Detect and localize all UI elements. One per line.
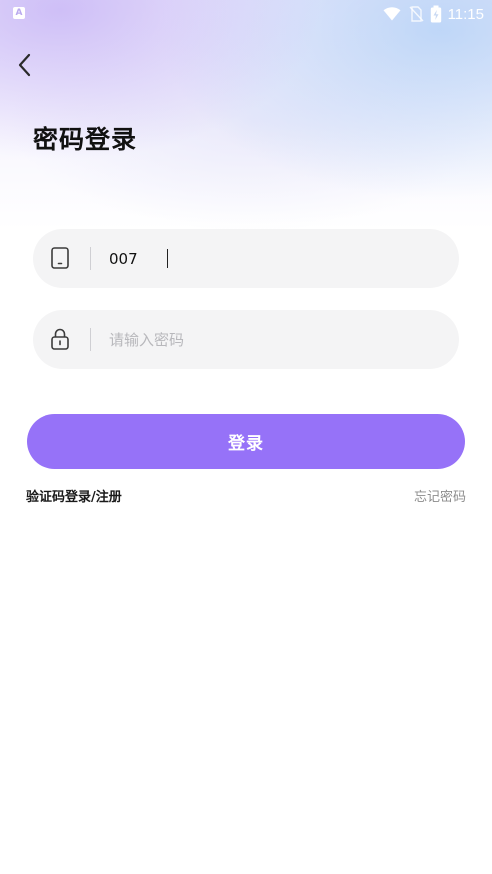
header-gradient-background [0, 0, 492, 230]
page-title: 密码登录 [33, 125, 138, 154]
app-notification-icon: A [13, 7, 25, 19]
field-divider [90, 247, 91, 270]
phone-icon [51, 247, 69, 269]
phone-field[interactable] [33, 229, 459, 288]
phone-input[interactable] [109, 229, 439, 288]
sms-login-register-link[interactable]: 验证码登录/注册 [26, 486, 122, 505]
text-caret [167, 249, 168, 268]
back-button[interactable] [14, 52, 38, 78]
status-bar: A 11:15 [0, 0, 492, 28]
login-button[interactable]: 登录 [27, 414, 465, 469]
field-divider [90, 328, 91, 351]
status-icons: 11:15 [383, 4, 484, 24]
no-sim-icon [409, 6, 424, 22]
password-input[interactable] [109, 310, 439, 369]
lock-icon [51, 328, 69, 350]
wifi-icon [383, 7, 401, 21]
status-time: 11:15 [447, 5, 484, 23]
password-field[interactable] [33, 310, 459, 369]
chevron-left-icon [18, 53, 31, 77]
forgot-password-link[interactable]: 忘记密码 [414, 486, 466, 505]
battery-charging-icon [430, 5, 441, 23]
